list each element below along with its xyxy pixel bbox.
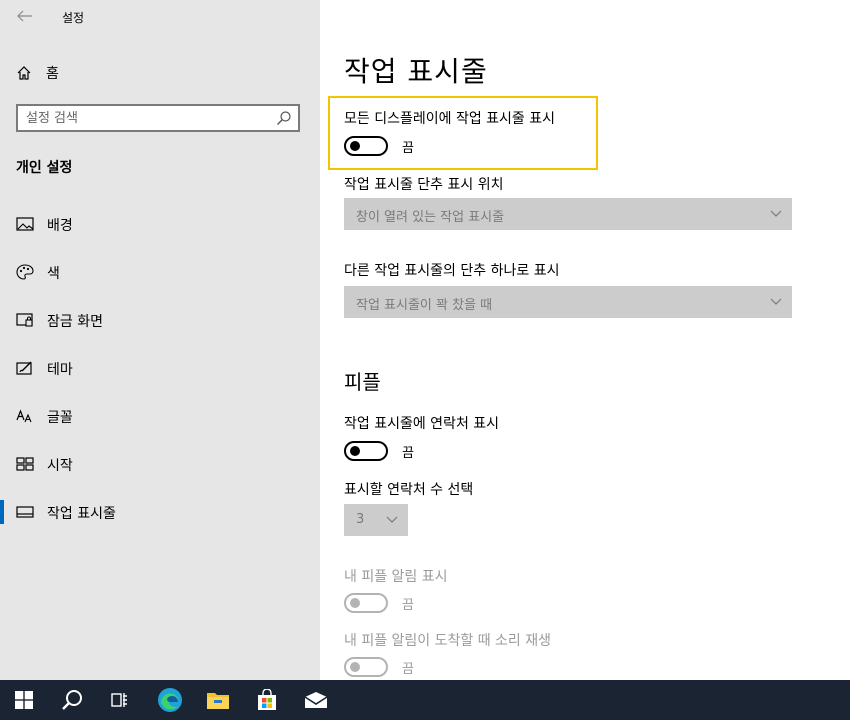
dropdown-value: 작업 표시줄이 꽉 찼을 때 [356,298,493,313]
file-explorer-icon [207,693,229,709]
toggle-state: 끔 [402,661,414,677]
show-notifications-toggle[interactable] [344,593,388,613]
button-location-label: 작업 표시줄 단추 표시 위치 [344,177,504,193]
show-notifications-label: 내 피플 알림 표시 [344,569,448,585]
sidebar-item-background[interactable]: 배경 [0,200,320,248]
sidebar-item-taskbar[interactable]: 작업 표시줄 [0,488,320,536]
taskbar [0,680,850,720]
sidebar-item-lock-screen[interactable]: 잠금 화면 [0,296,320,344]
title-bar: 설정 [0,0,320,34]
mail-button[interactable] [292,680,340,720]
palette-icon [16,264,34,280]
sidebar-item-label: 글꼴 [47,410,73,426]
section-title: 개인 설정 [16,160,73,176]
contacts-count-label: 표시할 연락처 수 선택 [344,482,474,498]
sidebar-item-start[interactable]: 시작 [0,440,320,488]
search-input[interactable] [26,108,266,128]
sidebar-nav: 배경 색 잠금 화면 테마 글꼴 시작 작업 표시줄 [0,200,320,536]
combine-buttons-label: 다른 작업 표시줄의 단추 하나로 표시 [344,263,560,279]
show-contacts-row: 끔 [344,441,414,461]
windows-start-icon [15,691,33,709]
sidebar-item-home[interactable]: 홈 [16,62,59,84]
sidebar: 설정 홈 개인 설정 배경 색 [0,0,320,680]
sidebar-item-label: 시작 [47,458,73,474]
sidebar-item-colors[interactable]: 색 [0,248,320,296]
show-notifications-row: 끔 [344,593,414,613]
taskbar-icon [16,504,34,520]
toggle-knob [350,446,360,456]
search-icon[interactable] [276,110,292,126]
chevron-down-icon [386,516,398,523]
page-title: 작업 표시줄 [344,55,488,88]
dropdown-value: 3 [356,512,365,527]
combine-buttons-dropdown[interactable]: 작업 표시줄이 꽉 찼을 때 [344,286,792,318]
toggle-knob [350,598,360,608]
dropdown-value: 창이 열려 있는 작업 표시줄 [356,210,505,225]
sidebar-item-label: 홈 [46,66,59,82]
toggle-state: 끔 [402,140,414,156]
sidebar-item-label: 색 [47,266,60,282]
store-icon [258,689,276,710]
toggle-knob [350,662,360,672]
task-view-button[interactable] [96,680,144,720]
notification-sound-toggle[interactable] [344,657,388,677]
show-contacts-toggle[interactable] [344,441,388,461]
contacts-count-dropdown[interactable]: 3 [344,504,408,536]
sidebar-item-fonts[interactable]: 글꼴 [0,392,320,440]
sidebar-item-label: 잠금 화면 [47,314,103,330]
notification-sound-row: 끔 [344,657,414,677]
show-contacts-label: 작업 표시줄에 연락처 표시 [344,416,500,432]
back-button[interactable] [12,4,38,28]
sidebar-item-label: 작업 표시줄 [47,506,116,522]
edge-icon [158,688,182,712]
task-view-icon [111,693,127,707]
search-icon [62,690,82,710]
chevron-down-icon [770,298,782,305]
toggle-state: 끔 [402,445,414,461]
edge-button[interactable] [146,680,194,720]
sidebar-item-label: 배경 [47,218,73,234]
taskbar-search-button[interactable] [48,680,96,720]
mail-icon [304,692,328,708]
back-arrow-icon [17,10,32,22]
search-box[interactable] [16,104,300,132]
lock-screen-icon [16,312,34,328]
notification-sound-label: 내 피플 알림이 도착할 때 소리 재생 [344,633,552,649]
window-title: 설정 [62,11,85,25]
toggle-state: 끔 [402,597,414,613]
button-location-dropdown[interactable]: 창이 열려 있는 작업 표시줄 [344,198,792,230]
sidebar-item-label: 테마 [47,362,73,378]
file-explorer-button[interactable] [194,680,242,720]
main-content: 작업 표시줄 모든 디스플레이에 작업 표시줄 표시 끔 작업 표시줄 단추 표… [320,0,850,680]
toggle-knob [350,141,360,151]
show-all-displays-label: 모든 디스플레이에 작업 표시줄 표시 [344,111,555,127]
theme-icon [16,360,34,376]
home-icon [17,66,31,80]
sidebar-item-themes[interactable]: 테마 [0,344,320,392]
show-all-displays-row: 끔 [344,136,414,156]
chevron-down-icon [770,210,782,217]
show-all-displays-toggle[interactable] [344,136,388,156]
picture-icon [16,216,34,232]
store-button[interactable] [243,680,291,720]
start-button[interactable] [0,680,48,720]
start-icon [16,456,34,472]
people-heading: 피플 [344,370,381,394]
font-icon [16,408,34,424]
